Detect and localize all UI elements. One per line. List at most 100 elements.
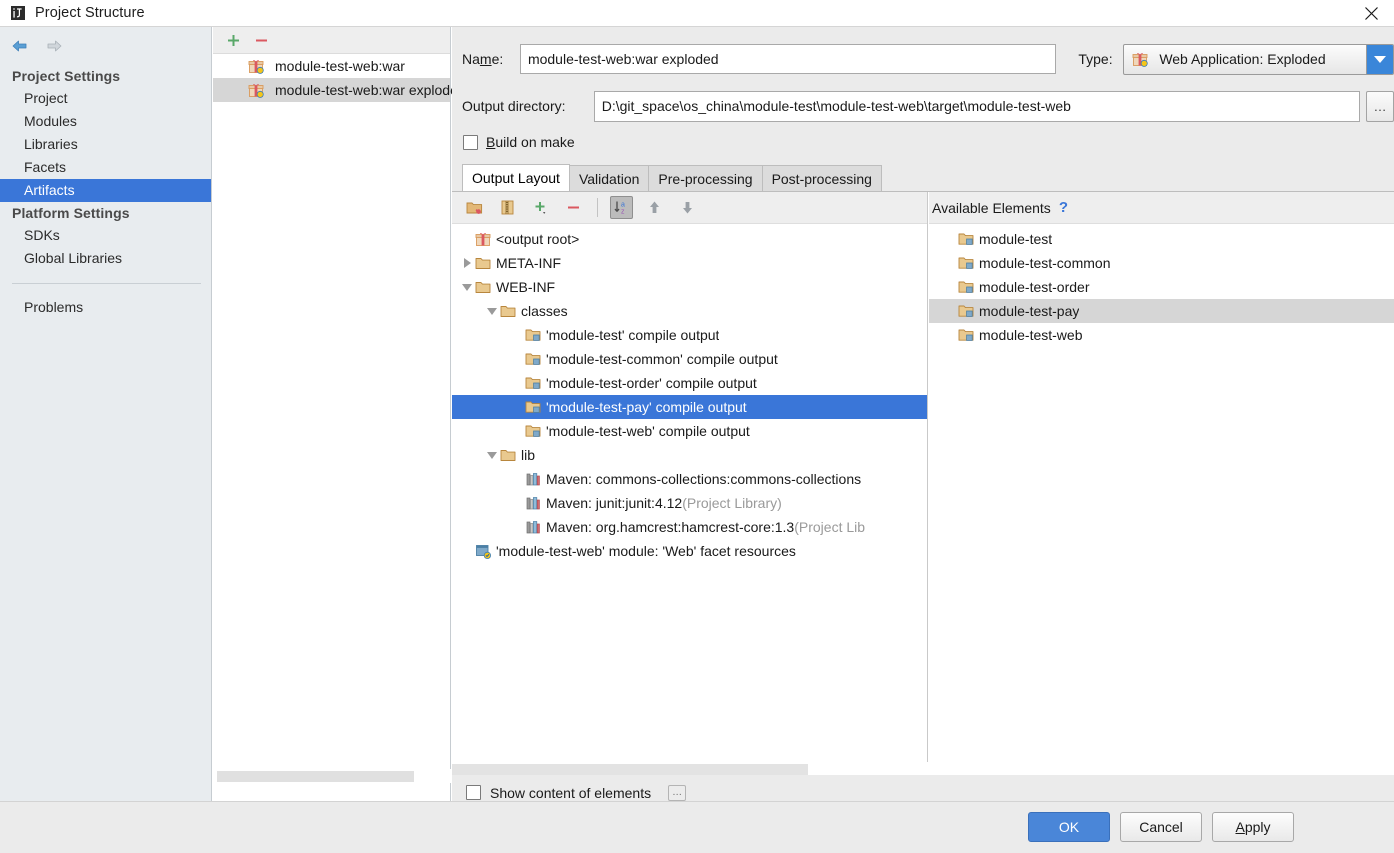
available-element-row[interactable]: module-test-common — [929, 251, 1394, 275]
tree-node[interactable]: Maven: commons-collections:commons-colle… — [452, 467, 927, 491]
sidebar-item-facets[interactable]: Facets — [0, 156, 211, 179]
module-icon — [957, 279, 975, 295]
tab-pre-processing[interactable]: Pre-processing — [648, 165, 762, 191]
artifact-name-input[interactable]: module-test-web:war exploded — [520, 44, 1056, 74]
output-layout-tree: <output root> META-INF WEB-INF classes 'modu… — [452, 224, 927, 563]
name-row: Name: module-test-web:war exploded Type: — [462, 44, 1394, 74]
library-icon — [524, 519, 542, 535]
output-layout-hscrollbar[interactable] — [452, 762, 928, 776]
tree-node-label: <output root> — [496, 231, 579, 247]
tree-node[interactable]: classes — [452, 299, 927, 323]
tree-node[interactable]: <output root> — [452, 227, 927, 251]
output-directory-value: D:\git_space\os_china\module-test\module… — [602, 98, 1071, 114]
show-content-checkbox[interactable] — [466, 785, 481, 800]
tree-node-label: classes — [521, 303, 568, 319]
intellij-idea-icon — [9, 5, 26, 22]
cancel-button[interactable]: Cancel — [1120, 812, 1202, 842]
tree-node[interactable]: META-INF — [452, 251, 927, 275]
remove-icon[interactable] — [562, 196, 585, 219]
build-on-make-checkbox[interactable] — [463, 135, 478, 150]
tree-spacer — [510, 328, 524, 342]
tree-node[interactable]: 'module-test-common' compile output — [452, 347, 927, 371]
tree-node[interactable]: Maven: org.hamcrest:hamcrest-core:1.3 (P… — [452, 515, 927, 539]
artifact-list-hscrollbar[interactable] — [213, 769, 451, 783]
back-arrow-icon[interactable] — [8, 34, 32, 58]
chevron-down-icon[interactable] — [1366, 45, 1393, 74]
project-structure-dialog: Project Structure Project Settings Proje… — [0, 0, 1394, 853]
remove-artifact-icon[interactable] — [252, 31, 271, 50]
scrollbar-thumb[interactable] — [217, 771, 414, 782]
forward-arrow-icon[interactable] — [42, 34, 66, 58]
move-up-icon[interactable] — [643, 196, 666, 219]
available-element-row[interactable]: module-test-pay — [929, 299, 1394, 323]
chevron-down-icon[interactable] — [460, 280, 474, 294]
sidebar-item-artifacts[interactable]: Artifacts — [0, 179, 211, 202]
sidebar-divider — [12, 283, 201, 284]
tree-node[interactable]: 'module-test-pay' compile output — [452, 395, 927, 419]
name-label: Name: — [462, 51, 520, 67]
chevron-down-icon[interactable] — [485, 304, 499, 318]
close-icon[interactable] — [1348, 0, 1394, 27]
available-elements-side: Available Elements ? module-testmodule-t… — [929, 192, 1394, 776]
tree-node-label: META-INF — [496, 255, 561, 271]
sidebar-group-label: Platform Settings — [0, 202, 211, 224]
sidebar-item-modules[interactable]: Modules — [0, 110, 211, 133]
sidebar-item-sdks[interactable]: SDKs — [0, 224, 211, 247]
output-directory-input[interactable]: D:\git_space\os_china\module-test\module… — [594, 91, 1360, 122]
chevron-down-icon[interactable] — [485, 448, 499, 462]
tree-node[interactable]: 'module-test-web' module: 'Web' facet re… — [452, 539, 927, 563]
tree-node-label: WEB-INF — [496, 279, 555, 295]
available-element-label: module-test-order — [979, 279, 1090, 295]
available-element-label: module-test-pay — [979, 303, 1079, 319]
sidebar-item-problems[interactable]: Problems — [0, 296, 211, 319]
create-directory-icon[interactable] — [463, 196, 486, 219]
tree-node-hint: (Project Library) — [682, 495, 782, 511]
add-artifact-icon[interactable] — [224, 31, 243, 50]
artifact-type-value: Web Application: Exploded — [1159, 51, 1325, 67]
tree-node[interactable]: 'module-test-order' compile output — [452, 371, 927, 395]
create-archive-icon[interactable] — [496, 196, 519, 219]
svg-text:a: a — [621, 202, 625, 209]
tree-spacer — [460, 232, 474, 246]
tab-validation[interactable]: Validation — [569, 165, 649, 191]
move-down-icon[interactable] — [676, 196, 699, 219]
tree-node[interactable]: lib — [452, 443, 927, 467]
add-copy-icon[interactable] — [529, 196, 552, 219]
module-icon — [957, 231, 975, 247]
tree-node[interactable]: 'module-test-web' compile output — [452, 419, 927, 443]
apply-button[interactable]: Apply — [1212, 812, 1294, 842]
artifact-type-select[interactable]: Web Application: Exploded — [1123, 44, 1394, 75]
tree-node[interactable]: 'module-test' compile output — [452, 323, 927, 347]
sidebar-item-libraries[interactable]: Libraries — [0, 133, 211, 156]
artifact-label: module-test-web:war exploded — [275, 82, 466, 98]
artifact-war-icon — [247, 58, 265, 74]
artifact-tabs: Output Layout Validation Pre-processing … — [462, 164, 1394, 191]
available-element-row[interactable]: module-test-web — [929, 323, 1394, 347]
chevron-right-icon[interactable] — [460, 256, 474, 270]
sidebar-group-project-settings: Project Settings Project Modules Librari… — [0, 65, 211, 202]
help-icon[interactable]: ? — [1059, 199, 1068, 216]
available-element-row[interactable]: module-test-order — [929, 275, 1394, 299]
available-element-row[interactable]: module-test — [929, 227, 1394, 251]
tree-node-label: Maven: commons-collections:commons-colle… — [546, 471, 861, 487]
module-icon — [957, 303, 975, 319]
tree-node-label: 'module-test-common' compile output — [546, 351, 778, 367]
tree-node-label: Maven: junit:junit:4.12 — [546, 495, 682, 511]
list-item[interactable]: module-test-web:war — [213, 54, 450, 78]
artifact-name-value: module-test-web:war exploded — [528, 51, 719, 67]
tree-node[interactable]: Maven: junit:junit:4.12 (Project Library… — [452, 491, 927, 515]
sidebar-item-global-libraries[interactable]: Global Libraries — [0, 247, 211, 270]
show-content-config-button[interactable]: … — [668, 785, 686, 801]
tree-spacer — [460, 544, 474, 558]
ok-button[interactable]: OK — [1028, 812, 1110, 842]
list-item[interactable]: module-test-web:war exploded — [213, 78, 450, 102]
tab-output-layout[interactable]: Output Layout — [462, 164, 570, 191]
browse-output-directory-button[interactable]: … — [1366, 91, 1394, 122]
build-on-make-row[interactable]: Build on make — [463, 134, 575, 150]
sort-alphabetically-icon[interactable]: a z — [610, 196, 633, 219]
show-content-label: Show content of elements — [490, 785, 651, 801]
build-on-make-label: Build on make — [486, 134, 575, 150]
sidebar-item-project[interactable]: Project — [0, 87, 211, 110]
tab-post-processing[interactable]: Post-processing — [762, 165, 882, 191]
tree-node[interactable]: WEB-INF — [452, 275, 927, 299]
